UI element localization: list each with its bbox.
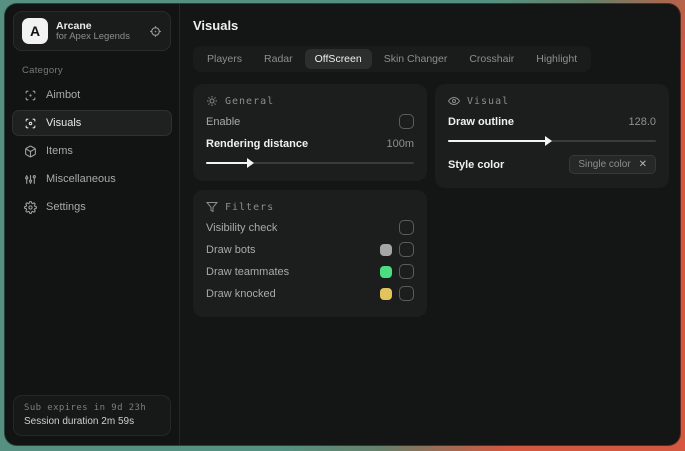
eye-icon xyxy=(448,95,460,107)
sidebar-item-label: Aimbot xyxy=(46,89,81,101)
tab-crosshair[interactable]: Crosshair xyxy=(459,49,524,69)
scan-crosshair-icon xyxy=(23,89,37,102)
slider-thumb[interactable] xyxy=(246,158,254,168)
sidebar-item-label: Miscellaneous xyxy=(46,173,116,185)
tab-bar: Players Radar OffScreen Skin Changer Cro… xyxy=(193,46,592,72)
app-header-card: A Arcane for Apex Legends xyxy=(13,11,171,51)
enable-label: Enable xyxy=(206,115,241,128)
filters-panel-title: Filters xyxy=(206,201,414,213)
sub-expires-text: Sub expires in 9d 23h xyxy=(24,403,147,413)
slider-thumb[interactable] xyxy=(544,136,552,146)
tab-radar[interactable]: Radar xyxy=(254,49,303,69)
app-subtitle: for Apex Legends xyxy=(56,30,130,42)
style-color-selected-value: Single color xyxy=(578,159,631,170)
tab-skin-changer[interactable]: Skin Changer xyxy=(374,49,458,69)
app-name: Arcane xyxy=(56,19,92,32)
sidebar: A Arcane for Apex Legends Category Aimbo… xyxy=(5,4,180,445)
gear-sun-icon xyxy=(206,95,218,107)
sidebar-item-miscellaneous[interactable]: Miscellaneous xyxy=(12,166,172,192)
draw-knocked-color-swatch[interactable] xyxy=(380,287,392,300)
style-color-label: Style color xyxy=(448,158,505,171)
rendering-distance-label: Rendering distance xyxy=(206,137,309,150)
sidebar-item-label: Settings xyxy=(46,201,86,213)
style-color-select[interactable]: Single color ✕ xyxy=(569,155,656,174)
rendering-distance-value: 100m xyxy=(386,137,414,150)
draw-outline-label: Draw outline xyxy=(448,115,515,128)
clear-selection-icon[interactable]: ✕ xyxy=(639,159,647,170)
page-title: Visuals xyxy=(193,18,239,33)
package-icon xyxy=(23,145,37,158)
draw-bots-color-swatch[interactable] xyxy=(380,243,392,256)
sidebar-item-label: Visuals xyxy=(46,117,82,129)
draw-knocked-checkbox[interactable] xyxy=(399,286,414,301)
main-area: Visuals Players Radar OffScreen Skin Cha… xyxy=(180,4,680,445)
sidebar-item-visuals[interactable]: Visuals xyxy=(12,110,172,136)
draw-teammates-color-swatch[interactable] xyxy=(380,265,392,278)
tab-offscreen[interactable]: OffScreen xyxy=(304,49,372,69)
app-window: A Arcane for Apex Legends Category Aimbo… xyxy=(5,4,680,445)
rendering-distance-slider[interactable] xyxy=(206,158,414,168)
draw-outline-value: 128.0 xyxy=(628,115,656,128)
filter-row: Draw knocked xyxy=(206,283,414,304)
visual-panel: Visual Draw outline 128.0 Style color Si… xyxy=(435,84,669,188)
subscription-card: Sub expires in 9d 23h Session duration 2… xyxy=(13,395,171,436)
sidebar-item-settings[interactable]: Settings xyxy=(12,194,172,220)
scan-eye-icon xyxy=(23,117,37,130)
session-duration-text: Session duration 2m 59s xyxy=(24,416,135,427)
tab-highlight[interactable]: Highlight xyxy=(526,49,587,69)
filter-row: Visibility check xyxy=(206,217,414,238)
draw-bots-checkbox[interactable] xyxy=(399,242,414,257)
draw-knocked-label: Draw knocked xyxy=(206,287,276,300)
general-panel: General Enable Rendering distance 100m xyxy=(193,84,427,181)
draw-teammates-label: Draw teammates xyxy=(206,265,290,278)
sidebar-item-label: Items xyxy=(46,145,73,157)
sidebar-item-aimbot[interactable]: Aimbot xyxy=(12,82,172,108)
visual-panel-title: Visual xyxy=(448,95,656,107)
sliders-icon xyxy=(23,173,37,186)
tab-players[interactable]: Players xyxy=(197,49,252,69)
crosshair-target-icon[interactable] xyxy=(149,25,162,38)
sidebar-item-items[interactable]: Items xyxy=(12,138,172,164)
filter-row: Draw bots xyxy=(206,239,414,260)
visibility-check-checkbox[interactable] xyxy=(399,220,414,235)
filters-panel: Filters Visibility check Draw bots Draw … xyxy=(193,190,427,317)
draw-bots-label: Draw bots xyxy=(206,243,256,256)
draw-teammates-checkbox[interactable] xyxy=(399,264,414,279)
funnel-icon xyxy=(206,201,218,213)
filter-row: Draw teammates xyxy=(206,261,414,282)
category-label: Category xyxy=(22,65,63,76)
draw-outline-slider[interactable] xyxy=(448,136,656,146)
sidebar-nav: Aimbot Visuals Items Miscellaneous Setti… xyxy=(5,82,179,220)
gear-icon xyxy=(23,200,37,214)
visibility-check-label: Visibility check xyxy=(206,221,278,234)
enable-checkbox[interactable] xyxy=(399,114,414,129)
app-logo: A xyxy=(22,18,48,44)
general-panel-title: General xyxy=(206,95,414,107)
